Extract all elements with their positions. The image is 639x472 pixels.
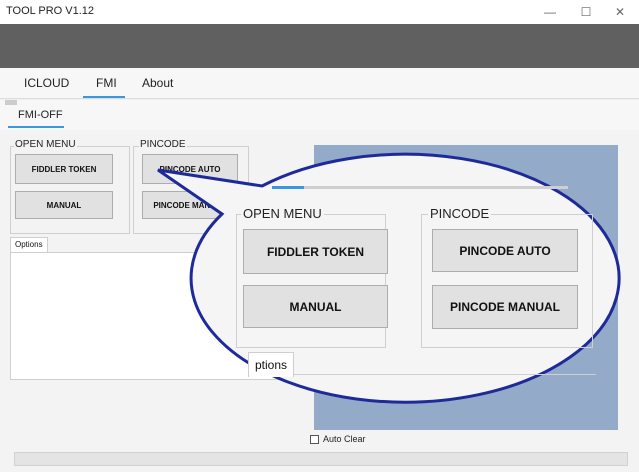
callout-options-line [250,374,596,375]
callout-pincode-auto-button[interactable]: PINCODE AUTO [432,229,578,272]
callout-manual-button[interactable]: MANUAL [243,285,388,328]
callout-tab-line [272,186,568,189]
callout-pincode-manual-button[interactable]: PINCODE MANUAL [432,285,578,329]
callout-tab-options[interactable]: ptions [248,352,294,377]
callout-pincode-label: PINCODE [428,206,492,221]
callout-open-menu-label: OPEN MENU [241,206,324,221]
callout-tab-indicator [272,186,304,189]
callout-fiddler-token-button[interactable]: FIDDLER TOKEN [243,229,388,274]
